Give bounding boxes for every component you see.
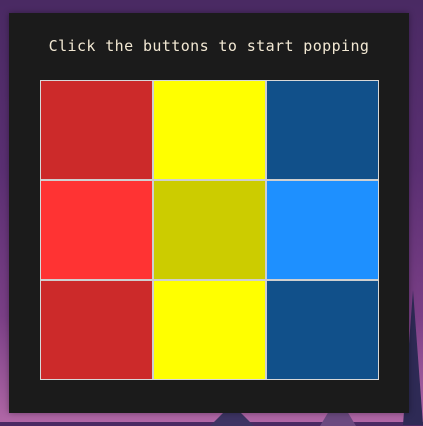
button-grid: [40, 80, 379, 380]
game-panel: Click the buttons to start popping: [9, 13, 409, 413]
instructions-title: Click the buttons to start popping: [48, 37, 370, 55]
pop-button-9[interactable]: [267, 281, 378, 379]
pop-button-4[interactable]: [41, 181, 152, 279]
pop-button-3[interactable]: [267, 81, 378, 179]
pop-button-2[interactable]: [154, 81, 265, 179]
pop-button-5[interactable]: [154, 181, 265, 279]
pop-button-8[interactable]: [154, 281, 265, 379]
pop-button-7[interactable]: [41, 281, 152, 379]
pop-button-1[interactable]: [41, 81, 152, 179]
pop-button-6[interactable]: [267, 181, 378, 279]
